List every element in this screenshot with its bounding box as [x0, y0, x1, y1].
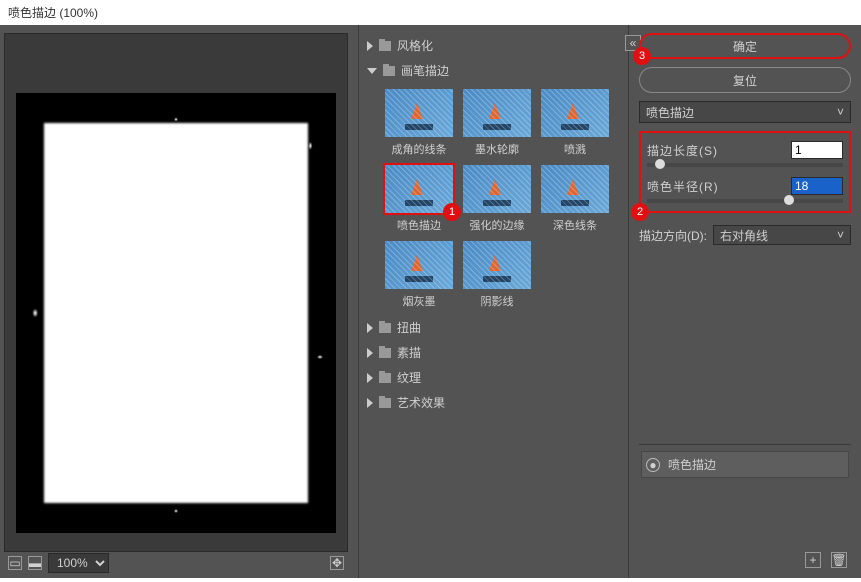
category-label: 纹理: [397, 369, 421, 386]
category-fengge[interactable]: 风格化: [365, 33, 622, 58]
thumb-label: 喷色描边: [397, 217, 441, 233]
thumb-label: 深色线条: [553, 217, 597, 233]
hand-icon[interactable]: ✥: [330, 556, 344, 570]
params-box: 2 描边长度(S) 喷色半径(R): [639, 131, 851, 213]
reset-label: 复位: [733, 72, 757, 89]
app-frame: ▭ ▬ 100% ✥ 风格化 画笔描边 成角的线条 墨水轮廓 喷溅 1喷色描边 …: [0, 25, 861, 578]
thumb-qianghua[interactable]: 强化的边缘: [461, 163, 533, 233]
category-sumiao[interactable]: 素描: [365, 340, 622, 365]
thumb-shense[interactable]: 深色线条: [539, 163, 611, 233]
thumb-label: 喷溅: [564, 141, 586, 157]
window-title: 喷色描边 (100%): [0, 0, 861, 25]
reset-button[interactable]: 复位: [639, 67, 851, 93]
category-niuqu[interactable]: 扭曲: [365, 315, 622, 340]
category-label: 扭曲: [397, 319, 421, 336]
category-label: 艺术效果: [397, 394, 445, 411]
stroke-length-slider[interactable]: [647, 163, 843, 167]
folder-icon: [379, 41, 391, 51]
folder-icon: [379, 398, 391, 408]
annotation-badge-3: 3: [633, 47, 651, 65]
preview-pane: ▭ ▬ 100% ✥: [0, 25, 352, 578]
thumb-yinyingxian[interactable]: 阴影线: [461, 239, 533, 309]
fit-icon[interactable]: ▭: [8, 556, 22, 570]
spray-radius-row: 喷色半径(R): [647, 177, 843, 195]
folder-icon: [379, 348, 391, 358]
direction-label: 描边方向(D):: [639, 227, 707, 244]
category-brush[interactable]: 画笔描边: [365, 58, 622, 83]
category-label: 风格化: [397, 37, 433, 54]
thumb-yanhuimo[interactable]: 烟灰墨: [383, 239, 455, 309]
settings-panel: « 确定 3 复位 喷色描边 ˅ 2 描边长度(S) 喷色半径(R) 描边方向(…: [628, 25, 861, 578]
layer-row[interactable]: ● 喷色描边: [641, 451, 849, 478]
spray-radius-input[interactable]: [791, 177, 843, 195]
thumb-label: 烟灰墨: [403, 293, 436, 309]
chevron-down-icon: ˅: [837, 228, 844, 242]
spray-radius-slider[interactable]: [647, 199, 843, 203]
preview-canvas[interactable]: [4, 33, 348, 552]
thumb-moshui[interactable]: 墨水轮廓: [461, 87, 533, 157]
preview-controls: ▭ ▬ 100% ✥: [4, 552, 348, 574]
thumb-label: 成角的线条: [392, 141, 447, 157]
thumb-label: 阴影线: [481, 293, 514, 309]
new-layer-icon[interactable]: +: [805, 552, 821, 568]
layer-controls: + 🗑: [641, 548, 849, 572]
brush-thumbs: 成角的线条 墨水轮廓 喷溅 1喷色描边 强化的边缘 深色线条 烟灰墨 阴影线: [365, 83, 622, 315]
category-label: 画笔描边: [401, 62, 449, 79]
direction-row: 描边方向(D): 右对角线 ˅: [639, 225, 851, 245]
ok-label: 确定: [733, 38, 757, 55]
chevron-down-icon: ˅: [837, 105, 844, 119]
thumb-label: 墨水轮廓: [475, 141, 519, 157]
fill-icon[interactable]: ▬: [28, 556, 42, 570]
chevron-right-icon: [367, 348, 373, 358]
spray-radius-label: 喷色半径(R): [647, 178, 719, 195]
eye-icon[interactable]: ●: [646, 458, 660, 472]
thumb-label: 强化的边缘: [470, 217, 525, 233]
effect-layers: ● 喷色描边 + 🗑: [639, 444, 851, 574]
stroke-length-label: 描边长度(S): [647, 142, 718, 159]
thumb-chengjiao[interactable]: 成角的线条: [383, 87, 455, 157]
filter-name-label: 喷色描边: [646, 104, 694, 121]
thumb-pense[interactable]: 1喷色描边: [383, 163, 455, 233]
chevron-right-icon: [367, 323, 373, 333]
stroke-length-row: 描边长度(S): [647, 141, 843, 159]
category-wenli[interactable]: 纹理: [365, 365, 622, 390]
chevron-right-icon: [367, 41, 373, 51]
folder-icon: [379, 323, 391, 333]
folder-icon: [383, 66, 395, 76]
category-label: 素描: [397, 344, 421, 361]
chevron-down-icon: [367, 68, 377, 74]
category-yishu[interactable]: 艺术效果: [365, 390, 622, 415]
delete-layer-icon[interactable]: 🗑: [831, 552, 847, 568]
annotation-badge-2: 2: [631, 203, 649, 221]
annotation-badge-1: 1: [443, 203, 461, 221]
chevron-right-icon: [367, 373, 373, 383]
thumb-penjian[interactable]: 喷溅: [539, 87, 611, 157]
zoom-select[interactable]: 100%: [48, 553, 109, 573]
folder-icon: [379, 373, 391, 383]
stroke-length-input[interactable]: [791, 141, 843, 159]
direction-dropdown[interactable]: 右对角线 ˅: [713, 225, 851, 245]
chevron-right-icon: [367, 398, 373, 408]
direction-value: 右对角线: [720, 227, 768, 244]
filter-name-dropdown[interactable]: 喷色描边 ˅: [639, 101, 851, 123]
ok-button[interactable]: 确定 3: [639, 33, 851, 59]
layer-name: 喷色描边: [668, 456, 716, 473]
filter-gallery: 风格化 画笔描边 成角的线条 墨水轮廓 喷溅 1喷色描边 强化的边缘 深色线条 …: [358, 25, 628, 578]
